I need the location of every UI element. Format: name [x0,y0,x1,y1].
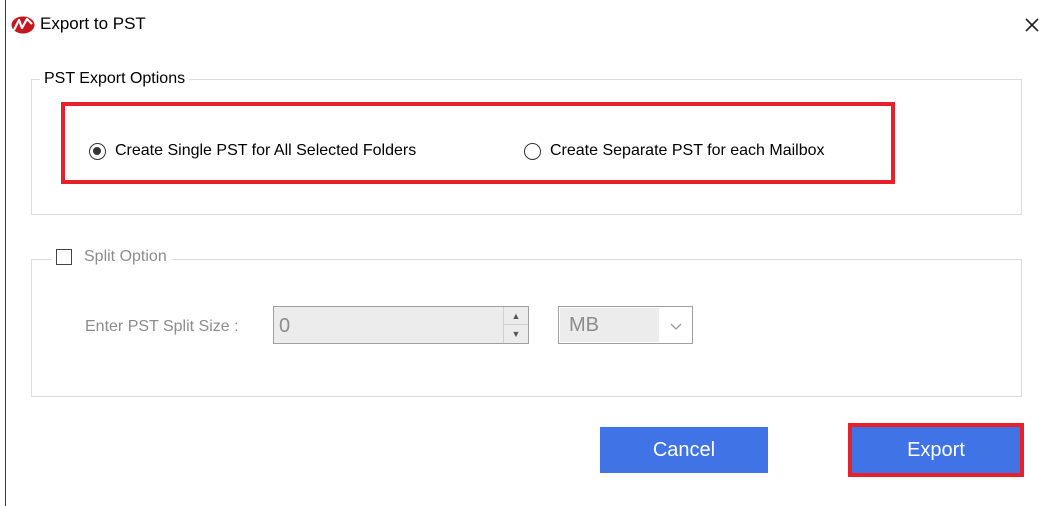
app-logo-icon [11,16,35,34]
stepper-down-icon[interactable]: ▼ [504,325,528,343]
stepper-buttons: ▲ ▼ [503,307,528,343]
split-option-label: Split Option [84,248,167,265]
cancel-button[interactable]: Cancel [600,427,768,473]
close-icon[interactable] [1020,13,1044,37]
split-size-stepper[interactable]: 0 ▲ ▼ [273,306,529,344]
split-option-checkbox[interactable] [56,249,72,265]
stepper-up-icon[interactable]: ▲ [504,307,528,325]
single-pst-option[interactable]: Create Single PST for All Selected Folde… [89,142,416,160]
export-highlight-box: Export [848,423,1024,477]
window-left-edge [5,0,6,506]
pst-export-options-legend: PST Export Options [44,70,186,87]
separate-pst-label: Create Separate PST for each Mailbox [550,142,825,159]
split-unit-value: MB [560,308,659,342]
split-unit-select[interactable]: MB [558,306,693,344]
separate-pst-radio[interactable] [524,142,541,160]
split-option-legend: Split Option [52,248,171,270]
chevron-down-icon [670,323,682,330]
split-size-value[interactable]: 0 [279,315,290,338]
separate-pst-option[interactable]: Create Separate PST for each Mailbox [524,142,825,160]
window-title: Export to PST [40,14,146,33]
single-pst-label: Create Single PST for All Selected Folde… [115,142,417,159]
single-pst-radio[interactable] [89,142,106,160]
export-button[interactable]: Export [852,427,1020,473]
split-size-label: Enter PST Split Size : [85,318,239,335]
